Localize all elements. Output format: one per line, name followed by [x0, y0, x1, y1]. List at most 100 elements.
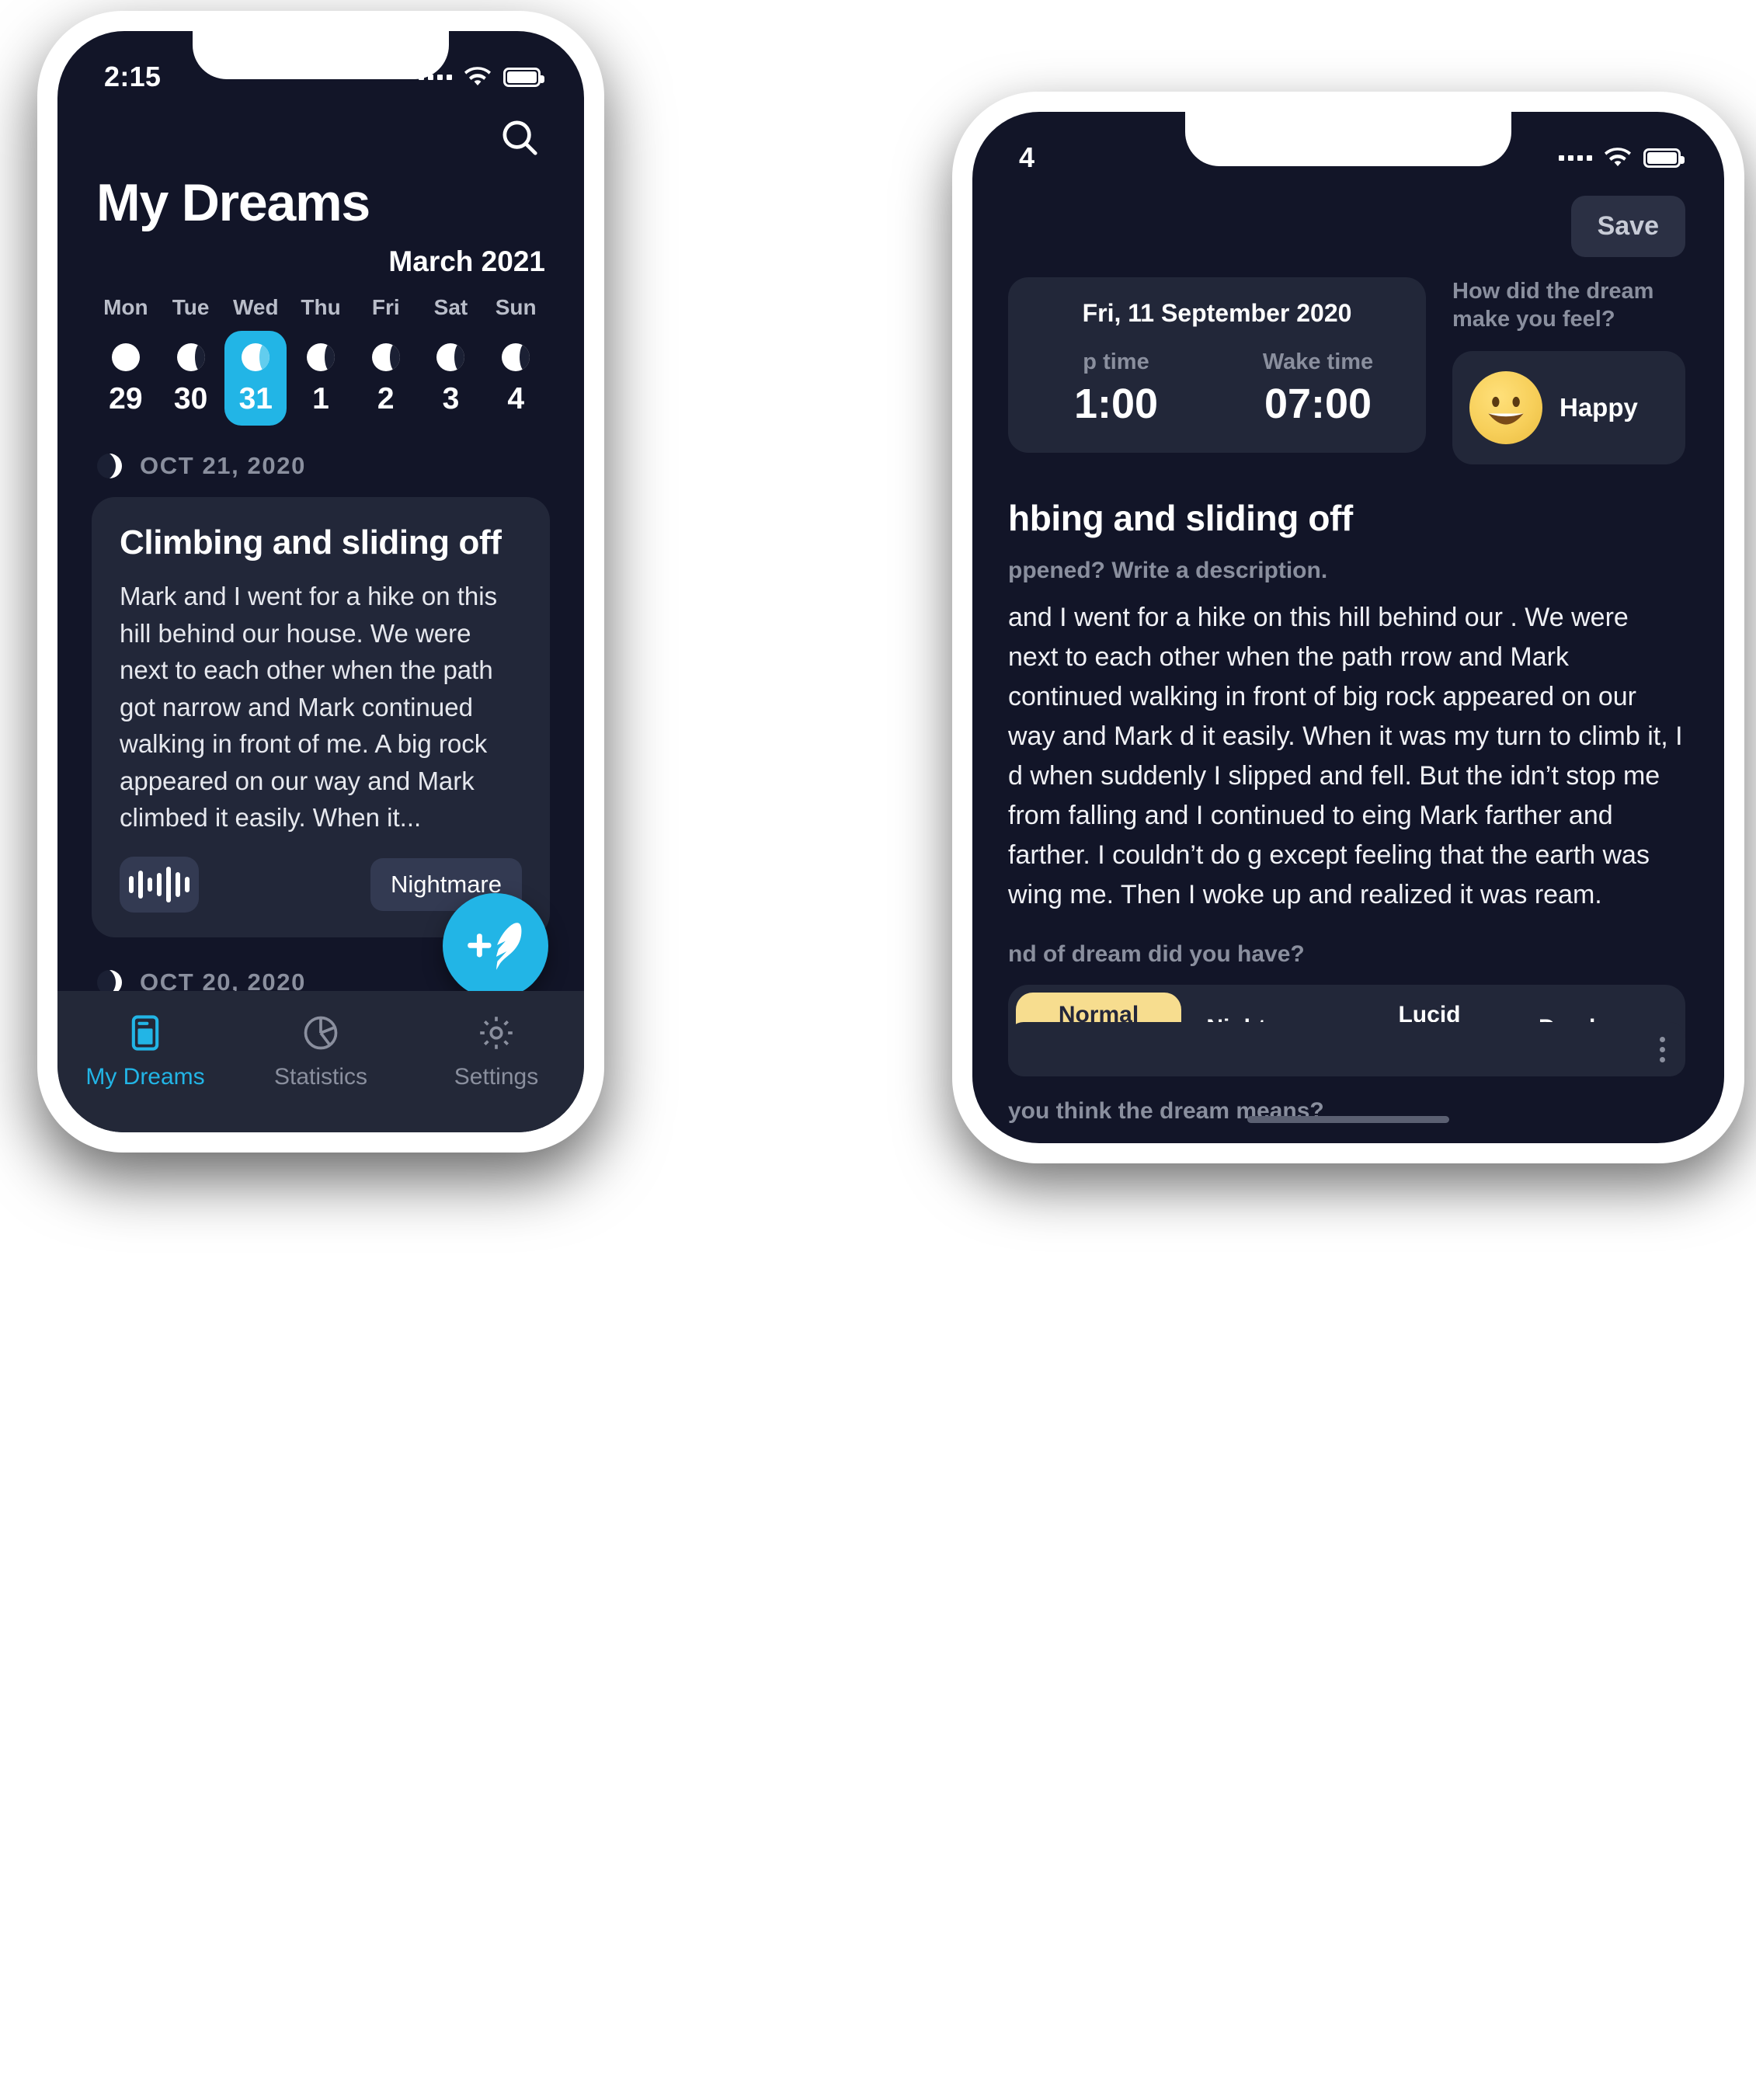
day-pill-selected[interactable]: 31	[224, 331, 287, 426]
signal-dots-icon	[1559, 155, 1592, 161]
description-textarea[interactable]: and I went for a hike on this hill behin…	[972, 584, 1724, 915]
wifi-icon	[1605, 148, 1631, 168]
search-row	[92, 113, 550, 162]
left-phone-screen: 2:15 My Dreams March 2021 Mon 29 Tue 30 …	[57, 31, 584, 1132]
right-phone-body: Save Fri, 11 September 2020 p time 1:00 …	[972, 112, 1724, 1143]
date-label: OCT 21, 2020	[140, 452, 306, 479]
wake-time-label: Wake time	[1262, 349, 1374, 374]
tab-statistics[interactable]: Statistics	[233, 1013, 409, 1090]
sidebar-item-thu[interactable]: Thu 1	[288, 295, 353, 426]
waning-gibbous-moon-icon	[242, 343, 270, 371]
week-strip: Mon 29 Tue 30 Wed 31 Thu 1 Fri 2 Sat 3 S…	[92, 295, 550, 426]
dow-label: Thu	[301, 295, 341, 319]
sleep-card-times: p time 1:00 Wake time 07:00	[1034, 349, 1400, 428]
day-pill[interactable]: 2	[355, 331, 417, 426]
sidebar-item-sun[interactable]: Sun 4	[483, 295, 548, 426]
sidebar-item-sat[interactable]: Sat 3	[419, 295, 484, 426]
full-moon-icon	[111, 343, 140, 371]
dream-body: Mark and I went for a hike on this hill …	[120, 582, 498, 833]
tab-label: My Dreams	[85, 1064, 205, 1090]
happy-face-emoji	[1469, 370, 1542, 444]
dow-label: Sun	[495, 295, 537, 319]
dow-label: Wed	[232, 295, 279, 319]
sidebar-item-mon[interactable]: Mon 29	[93, 295, 158, 426]
sidebar-item-fri[interactable]: Fri 2	[353, 295, 419, 426]
dow-label: Mon	[103, 295, 148, 319]
right-phone-screen: 4 Save Fri, 11 September 2020 p time 1:0…	[972, 112, 1724, 1143]
meaning-input[interactable]: here...	[972, 1125, 1724, 1144]
add-dream-fab[interactable]	[443, 893, 548, 999]
sleep-time-label: p time	[1083, 349, 1149, 374]
right-home-indicator	[1247, 1116, 1449, 1123]
mood-selector[interactable]: Happy	[1452, 350, 1685, 464]
waning-gibbous-moon-icon	[371, 343, 400, 371]
journal-book-icon	[131, 1015, 159, 1051]
day-pill[interactable]: 4	[485, 331, 547, 426]
mood-section: How did the dream make you feel? Happy	[1452, 277, 1685, 464]
tab-label: Statistics	[273, 1064, 368, 1090]
right-entry-title: hbing and sliding off	[1008, 497, 1353, 538]
mood-question-label: How did the dream make you feel?	[1452, 279, 1654, 332]
dow-label: Fri	[371, 295, 400, 319]
phone-right-device: 4 Save Fri, 11 September 2020 p time 1:0…	[952, 92, 1744, 1163]
day-number: 31	[238, 382, 273, 415]
plus-feather-icon	[468, 923, 522, 970]
sleep-card-date: Fri, 11 September 2020	[1082, 299, 1352, 327]
dream-card[interactable]: Climbing and sliding off Mark and I went…	[92, 497, 550, 937]
waning-gibbous-moon-icon	[307, 343, 336, 371]
sleep-time-value: 1:00	[1073, 381, 1159, 427]
dream-card-footer: Nightmare	[120, 856, 522, 913]
day-number: 3	[442, 382, 460, 415]
day-pill[interactable]: 3	[419, 331, 482, 426]
day-number: 1	[312, 382, 329, 415]
day-number: 2	[377, 382, 395, 415]
dream-kind-question: nd of dream did you have?	[1008, 940, 1305, 967]
tab-settings[interactable]: Settings	[409, 1013, 584, 1090]
day-number: 30	[173, 382, 208, 415]
sleep-and-mood-row: Fri, 11 September 2020 p time 1:00 Wake …	[972, 257, 1724, 464]
wifi-icon	[464, 67, 491, 87]
day-pill[interactable]: 30	[160, 331, 222, 426]
waning-gibbous-moon-icon	[176, 343, 205, 371]
battery-full-icon	[503, 67, 544, 87]
waning-crescent-moon-icon	[96, 453, 123, 479]
dow-label: Sat	[433, 295, 468, 319]
day-number: 29	[109, 382, 143, 415]
waning-gibbous-moon-icon	[436, 343, 465, 371]
audio-waveform-icon[interactable]	[120, 856, 199, 913]
page-title: My Dreams	[96, 173, 370, 232]
search-icon[interactable]	[496, 113, 544, 162]
sidebar-item-tue[interactable]: Tue 30	[158, 295, 224, 426]
battery-full-icon	[1643, 148, 1685, 168]
waning-gibbous-moon-icon	[502, 343, 530, 371]
day-number: 4	[507, 382, 525, 415]
left-notch	[193, 31, 449, 79]
description-prompt-label: ppened? Write a description.	[1008, 557, 1328, 583]
gear-icon	[480, 1017, 513, 1049]
dream-title: Climbing and sliding off	[120, 523, 502, 562]
day-pill[interactable]: 29	[95, 331, 157, 426]
left-status-time: 2:15	[104, 61, 162, 92]
bottom-tab-bar: My Dreams Statistics Settings	[57, 991, 584, 1132]
right-status-icons	[1559, 148, 1685, 168]
wake-time-value: 07:00	[1264, 381, 1372, 427]
right-status-time: 4	[1019, 141, 1035, 173]
mood-name-label: Happy	[1560, 392, 1638, 422]
right-bottom-bar	[1008, 1022, 1685, 1076]
save-button[interactable]: Save	[1570, 196, 1685, 257]
sidebar-item-wed[interactable]: Wed 31	[223, 295, 288, 426]
day-pill[interactable]: 1	[290, 331, 352, 426]
wake-time-col[interactable]: Wake time 07:00	[1236, 349, 1400, 428]
tab-my-dreams[interactable]: My Dreams	[57, 1013, 233, 1090]
right-notch	[1185, 112, 1511, 166]
month-label[interactable]: March 2021	[92, 245, 550, 278]
tab-label: Settings	[454, 1064, 539, 1090]
more-vertical-icon[interactable]	[1660, 1036, 1665, 1062]
pie-chart-icon	[304, 1016, 338, 1050]
sleep-time-col[interactable]: p time 1:00	[1034, 349, 1198, 428]
phone-left-device: 2:15 My Dreams March 2021 Mon 29 Tue 30 …	[37, 11, 604, 1153]
sleep-time-card[interactable]: Fri, 11 September 2020 p time 1:00 Wake …	[1008, 277, 1426, 453]
left-phone-body: My Dreams March 2021 Mon 29 Tue 30 Wed 3…	[57, 31, 584, 1132]
screenshot-stage: 4 Save Fri, 11 September 2020 p time 1:0…	[0, 0, 1756, 2100]
date-header: OCT 21, 2020	[92, 452, 550, 480]
